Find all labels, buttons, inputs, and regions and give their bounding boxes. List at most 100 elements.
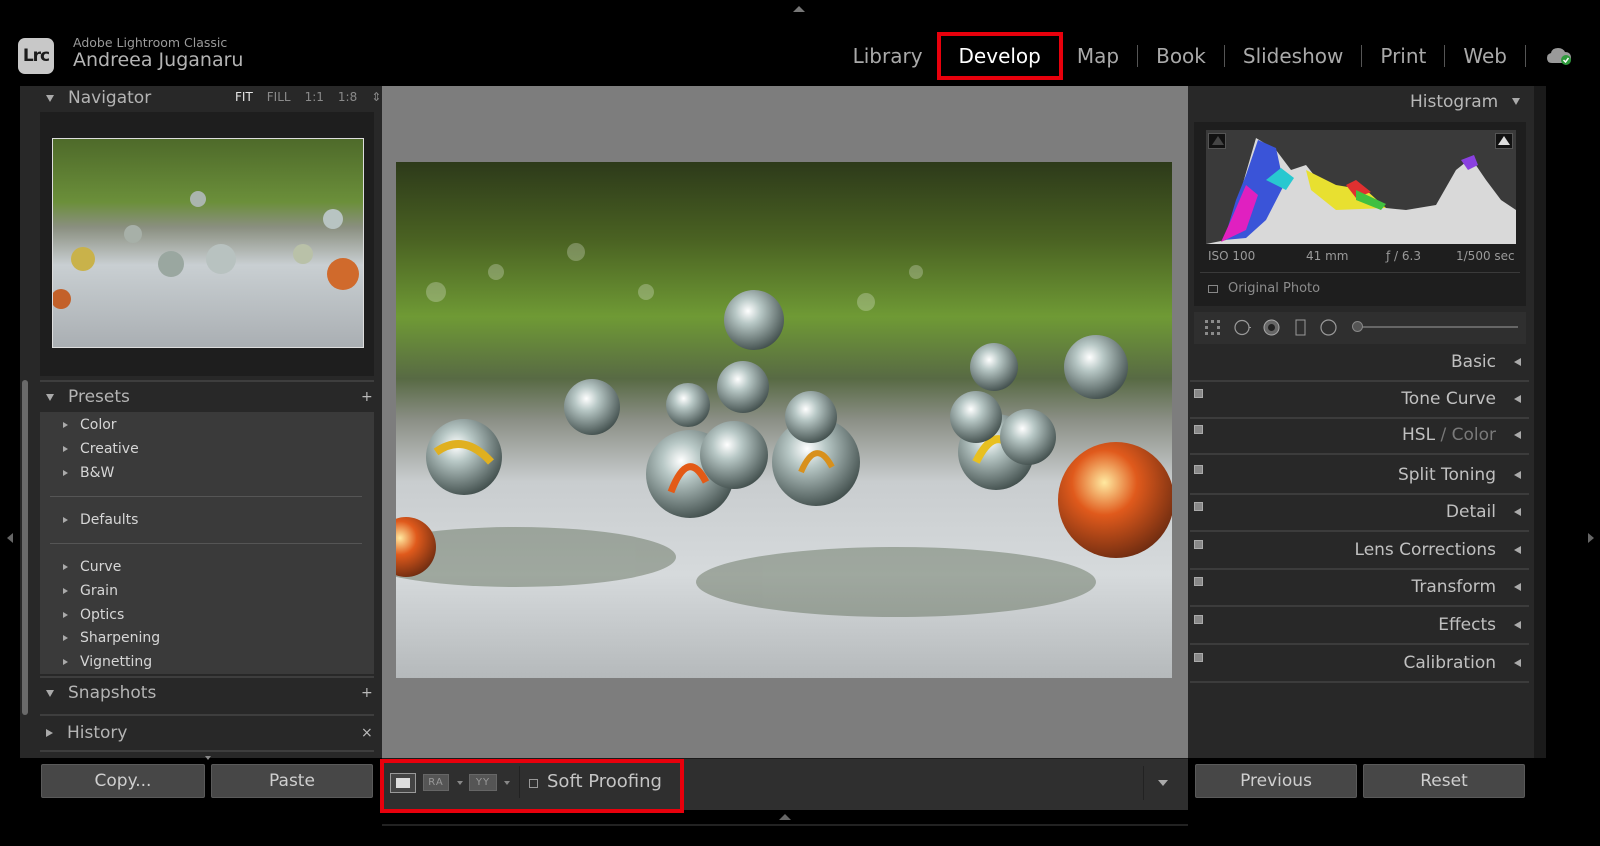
module-print[interactable]: Print xyxy=(1362,44,1444,68)
detail-panel-header[interactable]: Detail xyxy=(1190,496,1529,532)
collapse-top-panel-arrow-icon[interactable] xyxy=(793,6,805,12)
module-book[interactable]: Book xyxy=(1138,44,1224,68)
histogram-divider xyxy=(1200,272,1520,273)
transform-panel-header[interactable]: Transform xyxy=(1190,571,1529,607)
folder-triangle-icon xyxy=(63,470,68,476)
zoom-stepper-icon[interactable]: ⇕ xyxy=(371,90,381,104)
module-slideshow[interactable]: Slideshow xyxy=(1225,44,1362,68)
adjustment-brush-slider-knob[interactable] xyxy=(1352,321,1363,332)
preset-folder-vignetting[interactable]: Vignetting xyxy=(63,654,152,670)
graduated-filter-icon[interactable] xyxy=(1292,319,1309,336)
collapse-triangle-icon xyxy=(1514,395,1521,403)
collapse-triangle-icon xyxy=(1514,358,1521,366)
snapshots-header[interactable]: Snapshots xyxy=(46,679,156,707)
preset-folder-creative[interactable]: Creative xyxy=(63,441,139,457)
module-map[interactable]: Map xyxy=(1059,44,1137,68)
paste-settings-button[interactable]: Paste xyxy=(211,764,373,798)
histogram-collapse-triangle-icon[interactable] xyxy=(1512,98,1520,105)
bottom-edge xyxy=(0,826,1600,846)
preset-folder-defaults[interactable]: Defaults xyxy=(63,512,138,528)
preset-folder-bw[interactable]: B&W xyxy=(63,465,114,481)
left-panel-scrollbar[interactable] xyxy=(22,380,28,715)
preset-folder-optics[interactable]: Optics xyxy=(63,607,124,623)
add-snapshot-button[interactable]: + xyxy=(361,685,373,701)
zoom-fill[interactable]: FILL xyxy=(267,90,291,104)
original-photo-label: Original Photo xyxy=(1228,281,1321,296)
cloud-sync-icon[interactable] xyxy=(1546,47,1572,65)
calibration-panel-header[interactable]: Calibration xyxy=(1190,647,1529,683)
panel-toggle-switch[interactable] xyxy=(1194,615,1203,624)
panel-toggle-switch[interactable] xyxy=(1194,425,1203,434)
collapse-triangle-icon xyxy=(1514,659,1521,667)
module-web[interactable]: Web xyxy=(1445,44,1525,68)
histogram-graph[interactable] xyxy=(1206,130,1516,244)
adjustment-brush-slider[interactable] xyxy=(1360,326,1518,328)
folder-triangle-icon xyxy=(63,422,68,428)
spot-removal-icon[interactable] xyxy=(1234,319,1251,336)
toolbar-highlight-annotation xyxy=(380,759,684,813)
presets-header[interactable]: Presets xyxy=(46,383,130,411)
preset-folder-grain[interactable]: Grain xyxy=(63,583,118,599)
left-edge xyxy=(0,86,22,826)
tone-curve-panel-header[interactable]: Tone Curve xyxy=(1190,383,1529,419)
zoom-1-1[interactable]: 1:1 xyxy=(305,90,324,104)
preset-folder-curve[interactable]: Curve xyxy=(63,559,121,575)
panel-divider xyxy=(40,714,374,716)
collapse-left-panel-arrow-icon[interactable] xyxy=(7,533,13,543)
lens-corrections-panel-header[interactable]: Lens Corrections xyxy=(1190,534,1529,570)
add-preset-button[interactable]: + xyxy=(361,389,373,405)
histogram-title[interactable]: Histogram xyxy=(1410,92,1498,112)
reset-button[interactable]: Reset xyxy=(1363,764,1525,798)
color-tab[interactable]: Color xyxy=(1452,425,1496,445)
module-develop[interactable]: Develop xyxy=(936,32,1063,80)
toolbar-content-menu-icon[interactable] xyxy=(1158,780,1168,786)
module-divider xyxy=(1525,45,1526,67)
panel-toggle-switch[interactable] xyxy=(1194,389,1203,398)
copy-settings-button[interactable]: Copy... xyxy=(41,764,205,798)
panel-toggle-switch[interactable] xyxy=(1194,465,1203,474)
preset-folder-color[interactable]: Color xyxy=(63,417,117,433)
collapse-filmstrip-arrow-icon[interactable] xyxy=(779,814,791,820)
toolbar-divider xyxy=(1143,766,1144,800)
preset-folder-sharpening[interactable]: Sharpening xyxy=(63,630,160,646)
folder-triangle-icon xyxy=(63,612,68,618)
collapse-triangle-icon xyxy=(1514,546,1521,554)
hsl-color-panel-header[interactable]: HSL / Color xyxy=(1190,419,1529,455)
collapse-triangle-icon xyxy=(1514,431,1521,439)
module-library[interactable]: Library xyxy=(835,44,941,68)
history-header[interactable]: History xyxy=(46,719,127,747)
preset-group-divider xyxy=(50,496,362,497)
shadow-clipping-indicator-icon[interactable] xyxy=(1208,133,1226,149)
main-photo-marbles[interactable] xyxy=(396,162,1172,678)
radial-filter-icon[interactable] xyxy=(1320,319,1337,336)
panel-toggle-switch[interactable] xyxy=(1194,577,1203,586)
panel-toggle-switch[interactable] xyxy=(1194,540,1203,549)
navigator-zoom-options: FIT FILL 1:1 1:8 ⇕ xyxy=(235,90,381,104)
identity-plate-user-name: Andreea Juganaru xyxy=(73,49,244,71)
previous-settings-button[interactable]: Previous xyxy=(1195,764,1357,798)
collapse-triangle-icon xyxy=(1514,508,1521,516)
snapshots-title: Snapshots xyxy=(68,683,157,703)
panel-divider xyxy=(40,750,374,752)
navigator-thumbnail[interactable] xyxy=(52,138,364,348)
panel-toggle-switch[interactable] xyxy=(1194,502,1203,511)
navigator-header[interactable]: Navigator xyxy=(46,84,151,112)
expand-triangle-icon xyxy=(46,94,54,102)
split-toning-panel-header[interactable]: Split Toning xyxy=(1190,459,1529,495)
folder-triangle-icon xyxy=(63,659,68,665)
zoom-1-8[interactable]: 1:8 xyxy=(338,90,357,104)
collapse-right-panel-arrow-icon[interactable] xyxy=(1588,533,1594,543)
zoom-fit[interactable]: FIT xyxy=(235,90,253,104)
crop-overlay-icon[interactable] xyxy=(1204,319,1221,336)
clear-history-button[interactable]: × xyxy=(361,725,373,741)
highlight-clipping-indicator-icon[interactable] xyxy=(1495,133,1513,149)
navigator-title: Navigator xyxy=(68,88,152,108)
exif-focal-length: 41 mm xyxy=(1306,249,1349,263)
right-panel-scrollbar[interactable] xyxy=(1534,86,1546,758)
panel-toggle-switch[interactable] xyxy=(1194,653,1203,662)
hsl-tab[interactable]: HSL xyxy=(1402,425,1435,445)
basic-panel-header[interactable]: Basic xyxy=(1190,346,1529,382)
effects-panel-header[interactable]: Effects xyxy=(1190,609,1529,645)
red-eye-correction-icon[interactable] xyxy=(1263,319,1280,336)
original-photo-checkbox[interactable] xyxy=(1208,285,1218,293)
